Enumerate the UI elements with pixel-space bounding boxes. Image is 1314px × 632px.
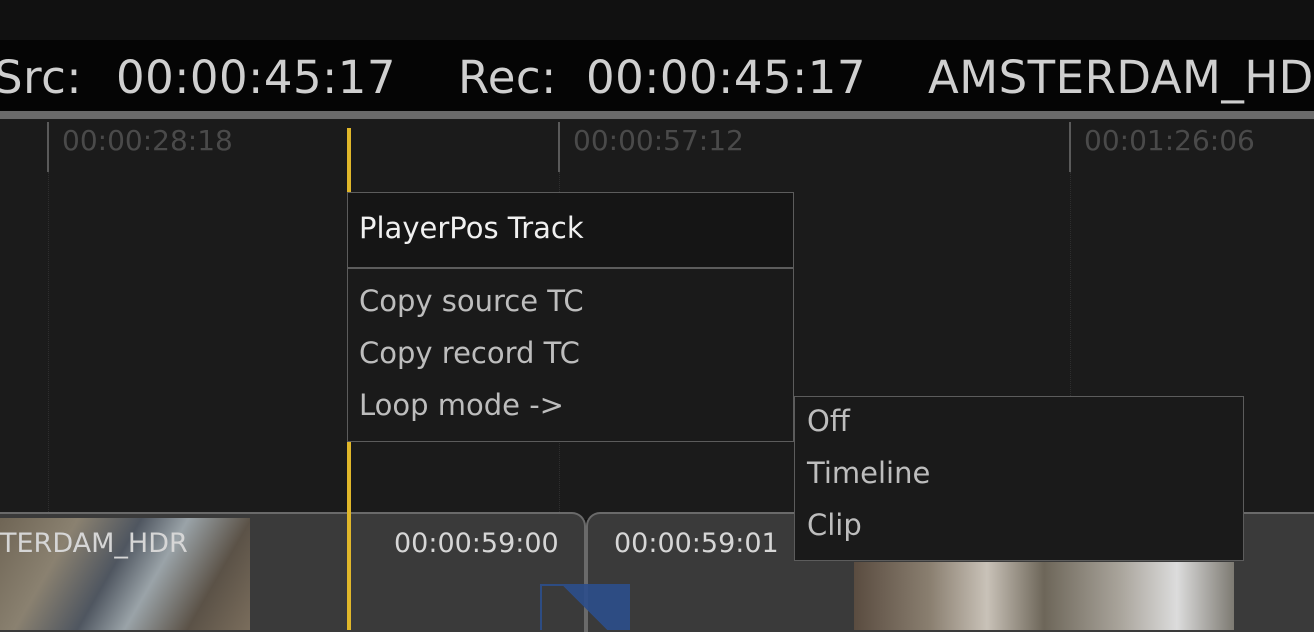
menu-item-copy-record-tc[interactable]: Copy record TC xyxy=(359,333,580,373)
top-strip xyxy=(0,0,1314,40)
context-menu-header: PlayerPos Track xyxy=(348,193,793,269)
right-clip-start-timecode: 00:00:59:01 xyxy=(614,528,779,559)
clip-thumbnail-right xyxy=(854,562,1234,630)
clip-name: AMSTERDAM_HD xyxy=(928,51,1314,104)
ruler-tick xyxy=(558,122,560,172)
timecode-bar: Src: 00:00:45:17 Rec: 00:00:45:17 AMSTER… xyxy=(0,40,1314,111)
ruler-tick-label: 00:01:26:06 xyxy=(1084,124,1255,157)
submenu-item-clip[interactable]: Clip xyxy=(807,505,862,545)
src-timecode: 00:00:45:17 xyxy=(116,51,397,104)
ruler-tick-label: 00:00:57:12 xyxy=(573,124,744,157)
left-clip-name: TERDAM_HDR xyxy=(0,528,188,559)
timecode-divider xyxy=(0,111,1314,119)
submenu-item-off[interactable]: Off xyxy=(807,401,850,441)
rec-timecode: 00:00:45:17 xyxy=(586,51,867,104)
menu-item-copy-source-tc[interactable]: Copy source TC xyxy=(359,281,584,321)
ruler-gridline xyxy=(48,172,49,512)
menu-item-loop-mode[interactable]: Loop mode -> xyxy=(359,385,564,425)
submenu-item-timeline[interactable]: Timeline xyxy=(807,453,930,493)
loop-mode-submenu: Off Timeline Clip xyxy=(794,396,1244,561)
context-menu-title: PlayerPos Track xyxy=(359,211,584,245)
ruler-tick xyxy=(1069,122,1071,172)
rec-label: Rec: xyxy=(458,51,557,104)
left-clip-end-timecode: 00:00:59:00 xyxy=(394,528,559,559)
src-label: Src: xyxy=(0,51,82,104)
ruler-tick xyxy=(47,122,49,172)
ruler-tick-label: 00:00:28:18 xyxy=(62,124,233,157)
context-menu: PlayerPos Track Copy source TC Copy reco… xyxy=(347,192,794,442)
transition-marker-icon[interactable] xyxy=(540,584,630,630)
